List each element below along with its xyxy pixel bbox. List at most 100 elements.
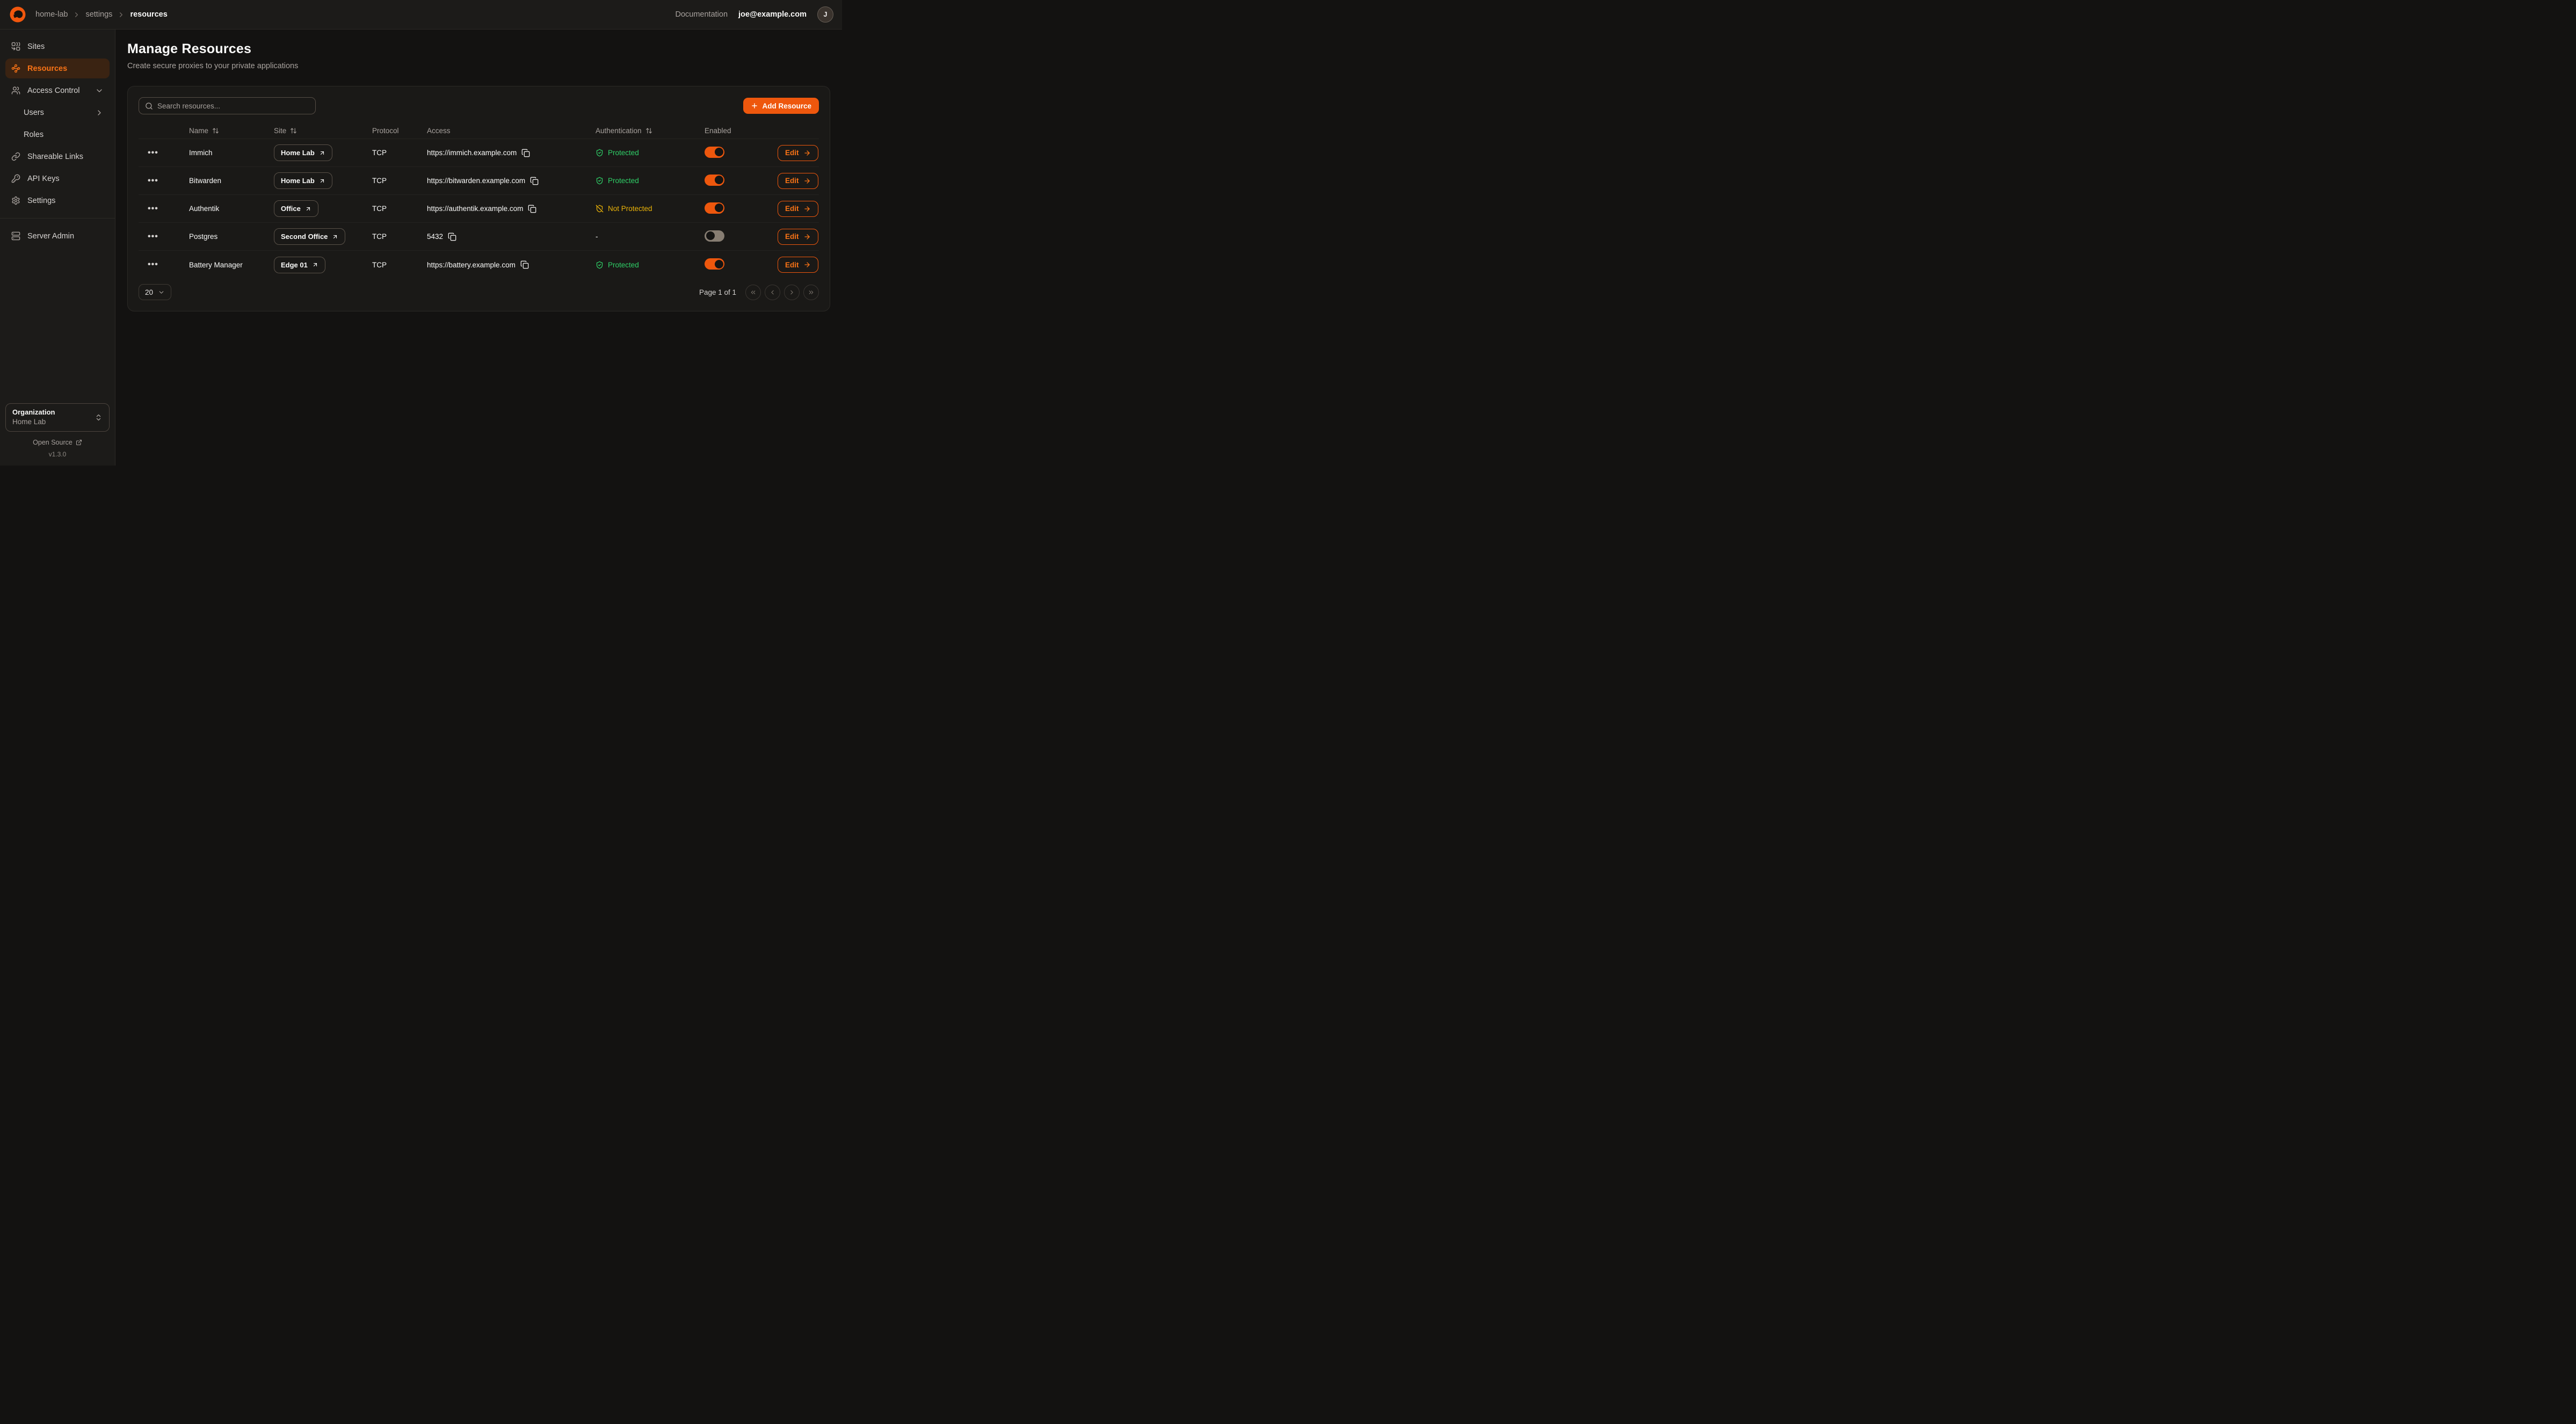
enabled-toggle[interactable] xyxy=(705,258,724,270)
row-menu-button[interactable]: ••• xyxy=(146,231,161,242)
resource-access: 5432 xyxy=(427,233,443,241)
page-size-select[interactable]: 20 xyxy=(139,284,171,300)
arrow-right-icon xyxy=(803,205,811,213)
column-site[interactable]: Site xyxy=(274,127,372,135)
edit-button[interactable]: Edit xyxy=(778,229,818,245)
column-enabled: Enabled xyxy=(705,127,778,135)
chevron-right-icon xyxy=(788,289,795,296)
column-name[interactable]: Name xyxy=(189,127,274,135)
site-link[interactable]: Edge 01 xyxy=(274,257,325,273)
sidebar-item-server-admin[interactable]: Server Admin xyxy=(5,226,110,246)
search-icon xyxy=(145,102,153,110)
next-page-button[interactable] xyxy=(784,285,800,300)
sidebar-item-api-keys[interactable]: API Keys xyxy=(5,169,110,188)
toggle-knob xyxy=(715,204,723,212)
table-header: Name Site Protocol Access Authentication… xyxy=(139,123,819,139)
resources-icon xyxy=(11,64,20,73)
copy-button[interactable] xyxy=(530,177,539,185)
chevron-down-icon xyxy=(158,289,165,296)
sidebar-item-resources[interactable]: Resources xyxy=(5,59,110,78)
main-content: Manage Resources Create secure proxies t… xyxy=(115,30,842,466)
app-shell: Sites Resources Access Control Users Roles Sh… xyxy=(0,30,842,466)
open-source-link[interactable]: Open Source xyxy=(33,439,82,446)
enabled-toggle[interactable] xyxy=(705,202,724,214)
resource-name: Authentik xyxy=(189,205,274,213)
avatar[interactable]: J xyxy=(817,6,833,23)
breadcrumb-item-home-lab[interactable]: home-lab xyxy=(35,10,68,19)
edit-button[interactable]: Edit xyxy=(778,201,818,217)
pangolin-logo[interactable] xyxy=(9,5,27,24)
server-icon xyxy=(11,231,20,241)
arrow-right-icon xyxy=(803,261,811,268)
resource-name: Immich xyxy=(189,149,274,157)
row-menu-button[interactable]: ••• xyxy=(146,204,161,214)
sidebar-item-sites[interactable]: Sites xyxy=(5,37,110,56)
edit-button[interactable]: Edit xyxy=(778,257,818,273)
sort-icon xyxy=(645,127,652,134)
copy-button[interactable] xyxy=(520,260,529,269)
copy-button[interactable] xyxy=(448,233,456,241)
copy-button[interactable] xyxy=(528,205,536,213)
column-authentication[interactable]: Authentication xyxy=(596,127,705,135)
auth-label: Protected xyxy=(608,149,639,157)
documentation-link[interactable]: Documentation xyxy=(676,10,728,19)
user-email[interactable]: joe@example.com xyxy=(738,10,807,19)
row-menu-button[interactable]: ••• xyxy=(146,176,161,186)
sort-icon xyxy=(290,127,297,134)
breadcrumb-item-settings[interactable]: settings xyxy=(85,10,112,19)
edit-label: Edit xyxy=(785,261,799,269)
topbar-right: Documentation joe@example.com J xyxy=(676,6,834,23)
sidebar-item-shareable-links[interactable]: Shareable Links xyxy=(5,147,110,166)
shield-check-icon xyxy=(596,149,604,157)
edit-button[interactable]: Edit xyxy=(778,173,818,189)
sidebar-item-roles[interactable]: Roles xyxy=(5,125,110,144)
column-protocol: Protocol xyxy=(372,127,427,135)
site-link[interactable]: Home Lab xyxy=(274,144,332,161)
row-menu-button[interactable]: ••• xyxy=(146,148,161,158)
site-link[interactable]: Office xyxy=(274,200,318,217)
add-resource-button[interactable]: Add Resource xyxy=(743,98,819,114)
sidebar-item-settings[interactable]: Settings xyxy=(5,191,110,210)
search-box[interactable] xyxy=(139,97,316,114)
table-row: ••• Bitwarden Home Lab TCP https://bitwa… xyxy=(139,167,819,195)
enabled-toggle[interactable] xyxy=(705,147,724,158)
first-page-button[interactable] xyxy=(745,285,761,300)
resource-name: Postgres xyxy=(189,233,274,241)
shield-check-icon xyxy=(596,177,604,185)
copy-button[interactable] xyxy=(521,149,530,157)
page-title: Manage Resources xyxy=(127,41,830,57)
search-input[interactable] xyxy=(157,102,309,110)
sidebar-item-label: Sites xyxy=(27,42,45,51)
edit-label: Edit xyxy=(785,177,799,185)
toggle-knob xyxy=(715,148,723,156)
sidebar-item-label: Server Admin xyxy=(27,232,74,241)
site-link[interactable]: Home Lab xyxy=(274,172,332,189)
sidebar-item-users[interactable]: Users xyxy=(5,103,110,122)
copy-icon xyxy=(520,260,529,269)
edit-button[interactable]: Edit xyxy=(778,145,818,161)
org-picker[interactable]: Organization Home Lab xyxy=(5,403,110,432)
last-page-button[interactable] xyxy=(803,285,819,300)
arrow-up-right-icon xyxy=(305,206,311,212)
site-name: Second Office xyxy=(281,233,328,241)
breadcrumb-item-resources: resources xyxy=(130,10,167,19)
site-name: Home Lab xyxy=(281,149,315,157)
add-resource-label: Add Resource xyxy=(762,102,811,110)
external-link-icon xyxy=(76,439,82,446)
site-link[interactable]: Second Office xyxy=(274,228,345,245)
prev-page-button[interactable] xyxy=(765,285,780,300)
resource-name: Battery Manager xyxy=(189,261,274,269)
sidebar-item-access-control[interactable]: Access Control xyxy=(5,81,110,100)
toggle-knob xyxy=(715,260,723,268)
arrow-right-icon xyxy=(803,177,811,185)
resource-protocol: TCP xyxy=(372,233,427,241)
copy-icon xyxy=(521,149,530,157)
enabled-toggle[interactable] xyxy=(705,175,724,186)
avatar-initial: J xyxy=(824,11,828,18)
resource-protocol: TCP xyxy=(372,149,427,157)
auth-status: Not Protected xyxy=(596,205,705,213)
enabled-toggle[interactable] xyxy=(705,230,724,242)
resource-protocol: TCP xyxy=(372,261,427,269)
row-menu-button[interactable]: ••• xyxy=(146,259,161,270)
site-name: Home Lab xyxy=(281,177,315,185)
